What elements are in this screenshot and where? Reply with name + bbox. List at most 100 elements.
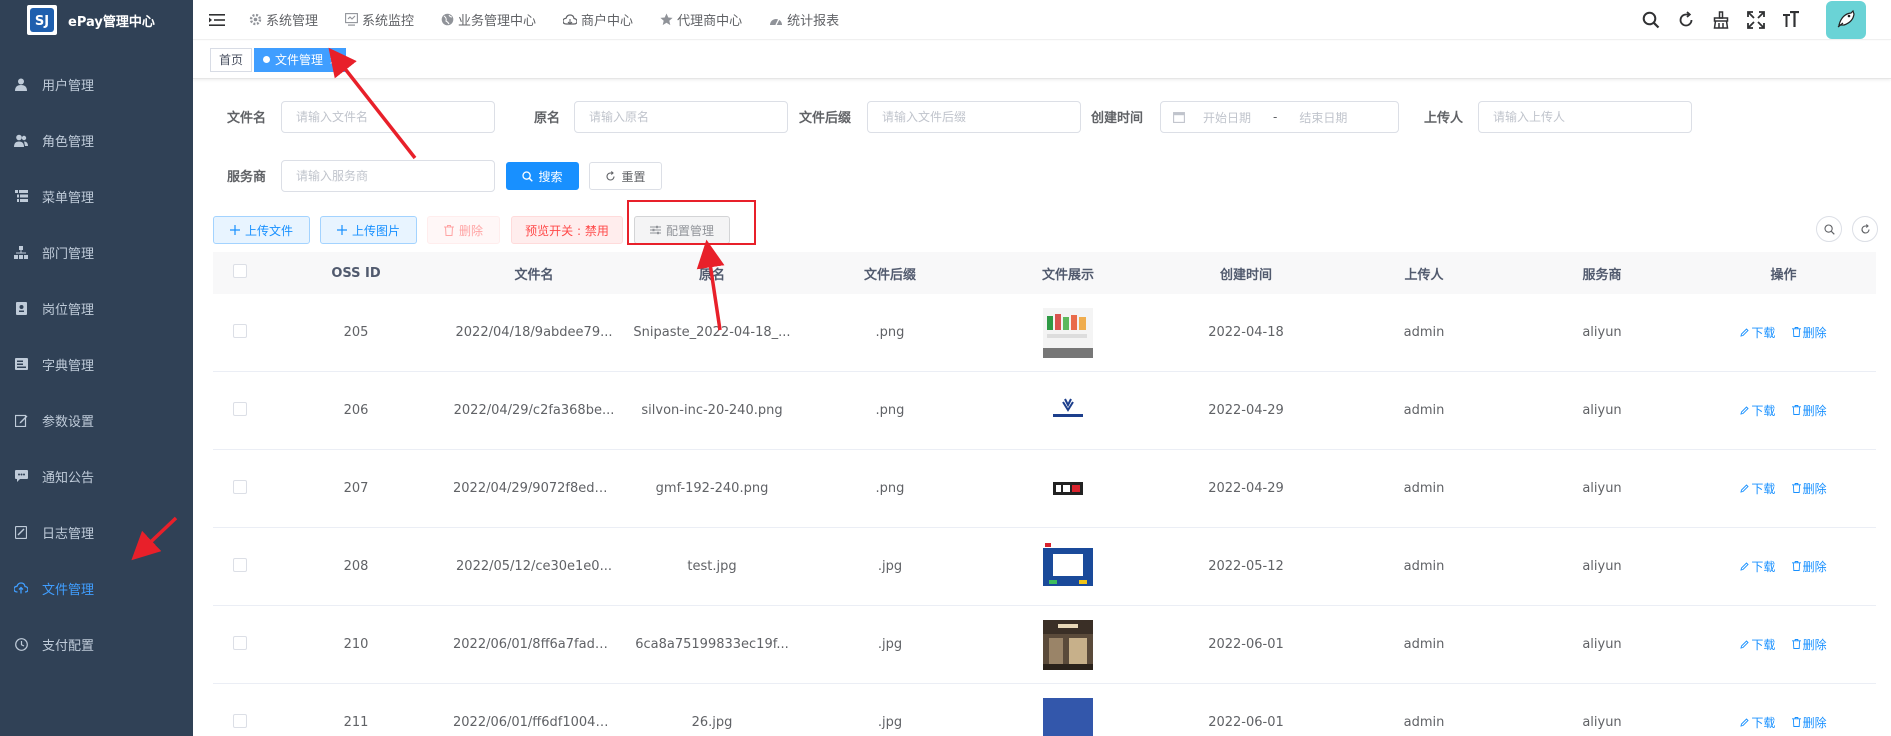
search-button[interactable]: 搜索	[506, 162, 579, 190]
topnav-item-monitor[interactable]: 系统监控	[345, 10, 414, 29]
column-header[interactable]: OSS ID	[267, 266, 445, 281]
column-header[interactable]: 文件名	[445, 264, 623, 283]
original-name-input[interactable]	[574, 101, 788, 133]
cloud-icon	[563, 13, 578, 25]
topnav-item-agent[interactable]: 代理商中心	[660, 10, 742, 29]
plus-icon	[229, 225, 240, 235]
sidebar-item-pay[interactable]: 支付配置	[0, 616, 193, 672]
table-row[interactable]: 210 2022/06/01/8ff6a7fadd... 6ca8a751998…	[213, 606, 1876, 684]
file-thumbnail[interactable]	[1043, 697, 1093, 736]
reset-button[interactable]: 重置	[589, 162, 662, 190]
column-header[interactable]: 文件展示	[979, 264, 1157, 283]
row-checkbox[interactable]	[233, 557, 247, 572]
navbar-tools	[1641, 0, 1891, 40]
trash-icon	[1791, 639, 1801, 650]
delete-button[interactable]: 删除	[427, 216, 500, 244]
search-icon[interactable]	[1641, 10, 1661, 30]
row-checkbox[interactable]	[233, 323, 247, 338]
column-header[interactable]: 创建时间	[1157, 264, 1335, 283]
oss-id-cell: 210	[343, 637, 369, 652]
uploader-input[interactable]	[1478, 101, 1692, 133]
topnav-item-system[interactable]: 系统管理	[249, 10, 318, 29]
calendar-icon	[1173, 111, 1185, 123]
font-size-icon[interactable]	[1781, 10, 1801, 30]
sidebar-item-dept[interactable]: 部门管理	[0, 224, 193, 280]
sidebar-item-config[interactable]: 参数设置	[0, 392, 193, 448]
tag-close-icon[interactable]: ×	[329, 56, 337, 67]
delete-link[interactable]: 删除	[1791, 558, 1827, 575]
download-link[interactable]: 下载	[1740, 636, 1775, 653]
tag-file-manage[interactable]: 文件管理 ×	[254, 48, 347, 72]
filename-cell: 2022/04/18/9abdee79...	[455, 325, 613, 340]
download-link[interactable]: 下载	[1740, 480, 1775, 497]
row-select-cell	[213, 635, 267, 654]
table-row[interactable]: 207 2022/04/29/9072f8ed1... gmf-192-240.…	[213, 450, 1876, 528]
row-checkbox[interactable]	[233, 401, 247, 416]
created-time-label: 创建时间	[1091, 111, 1144, 126]
sidebar-item-dict[interactable]: 字典管理	[0, 336, 193, 392]
tree-table-icon	[14, 189, 28, 203]
table-row[interactable]: 211 2022/06/01/ff6df10042... 26.jpg .jpg…	[213, 684, 1876, 736]
refresh-table-button[interactable]	[1852, 216, 1878, 242]
date-range-picker[interactable]: 开始日期 - 结束日期	[1160, 101, 1399, 133]
row-checkbox[interactable]	[233, 635, 247, 650]
row-checkbox[interactable]	[233, 479, 247, 494]
toggle-search-button[interactable]	[1816, 216, 1842, 242]
sidebar-item-file[interactable]: 文件管理	[0, 560, 193, 616]
download-link[interactable]: 下载	[1740, 558, 1775, 575]
file-thumbnail[interactable]	[1043, 307, 1093, 358]
column-header[interactable]: 服务商	[1513, 264, 1691, 283]
sidebar-item-menu[interactable]: 菜单管理	[0, 168, 193, 224]
sidebar-item-role[interactable]: 角色管理	[0, 112, 193, 168]
table-row[interactable]: 205 2022/04/18/9abdee79... Snipaste_2022…	[213, 294, 1876, 372]
end-date[interactable]: 结束日期	[1299, 109, 1347, 126]
hamburger-icon[interactable]	[209, 11, 227, 29]
delete-link[interactable]: 删除	[1791, 324, 1827, 341]
column-header[interactable]: 原名	[623, 264, 801, 283]
fullscreen-icon[interactable]	[1746, 10, 1766, 30]
download-link[interactable]: 下载	[1740, 714, 1775, 731]
sidebar-item-post[interactable]: 岗位管理	[0, 280, 193, 336]
sidebar-item-notice[interactable]: 通知公告	[0, 448, 193, 504]
upload-file-button[interactable]: 上传文件	[213, 216, 310, 244]
download-link[interactable]: 下载	[1740, 402, 1775, 419]
column-header[interactable]: 文件后缀	[801, 264, 979, 283]
file-thumbnail[interactable]	[1043, 619, 1093, 670]
topnav-item-merchant[interactable]: 商户中心	[563, 10, 633, 29]
delete-link[interactable]: 删除	[1791, 714, 1827, 731]
avatar[interactable]	[1826, 1, 1866, 39]
select-all-checkbox[interactable]	[233, 264, 247, 278]
start-date[interactable]: 开始日期	[1203, 109, 1251, 126]
preview-switch-button[interactable]: 预览开关 : 禁用	[511, 216, 623, 244]
table-row[interactable]: 208 2022/05/12/ce30e1e0... test.jpg .jpg…	[213, 528, 1876, 606]
app-root: SJ ePay管理中心 用户管理 角色管理 菜单管理 部门管理 岗位管理 字典管…	[0, 0, 1891, 736]
sidebar-item-user[interactable]: 用户管理	[0, 56, 193, 112]
row-checkbox[interactable]	[233, 713, 247, 728]
table-row[interactable]: 206 2022/04/29/c2fa368be... silvon-inc-2…	[213, 372, 1876, 450]
topnav-item-business[interactable]: 业务管理中心	[441, 10, 536, 29]
file-thumbnail[interactable]	[1043, 541, 1093, 592]
filename-input[interactable]	[281, 101, 495, 133]
column-header[interactable]: 操作	[1691, 264, 1876, 283]
delete-label: 删除	[1802, 325, 1827, 340]
preview-cell	[979, 385, 1157, 436]
delete-link[interactable]: 删除	[1791, 480, 1827, 497]
service-input[interactable]	[281, 160, 495, 192]
sidebar-logo[interactable]: SJ ePay管理中心	[0, 0, 193, 40]
delete-link[interactable]: 删除	[1791, 402, 1827, 419]
sidebar-item-log[interactable]: 日志管理	[0, 504, 193, 560]
created-time-cell: 2022-04-18	[1208, 325, 1284, 340]
file-thumbnail[interactable]	[1043, 385, 1093, 436]
delete-link[interactable]: 删除	[1791, 636, 1827, 653]
upload-image-button[interactable]: 上传图片	[320, 216, 417, 244]
download-link[interactable]: 下载	[1740, 324, 1775, 341]
suffix-input[interactable]	[867, 101, 1081, 133]
file-thumbnail[interactable]	[1043, 463, 1093, 514]
clear-cache-icon[interactable]	[1711, 10, 1731, 30]
topnav-item-report[interactable]: 统计报表	[769, 10, 839, 29]
original-name-cell: gmf-192-240.png	[655, 481, 769, 496]
refresh-icon[interactable]	[1676, 10, 1696, 30]
tag-home[interactable]: 首页	[210, 48, 253, 72]
star-icon	[660, 13, 673, 26]
column-header[interactable]: 上传人	[1335, 264, 1513, 283]
